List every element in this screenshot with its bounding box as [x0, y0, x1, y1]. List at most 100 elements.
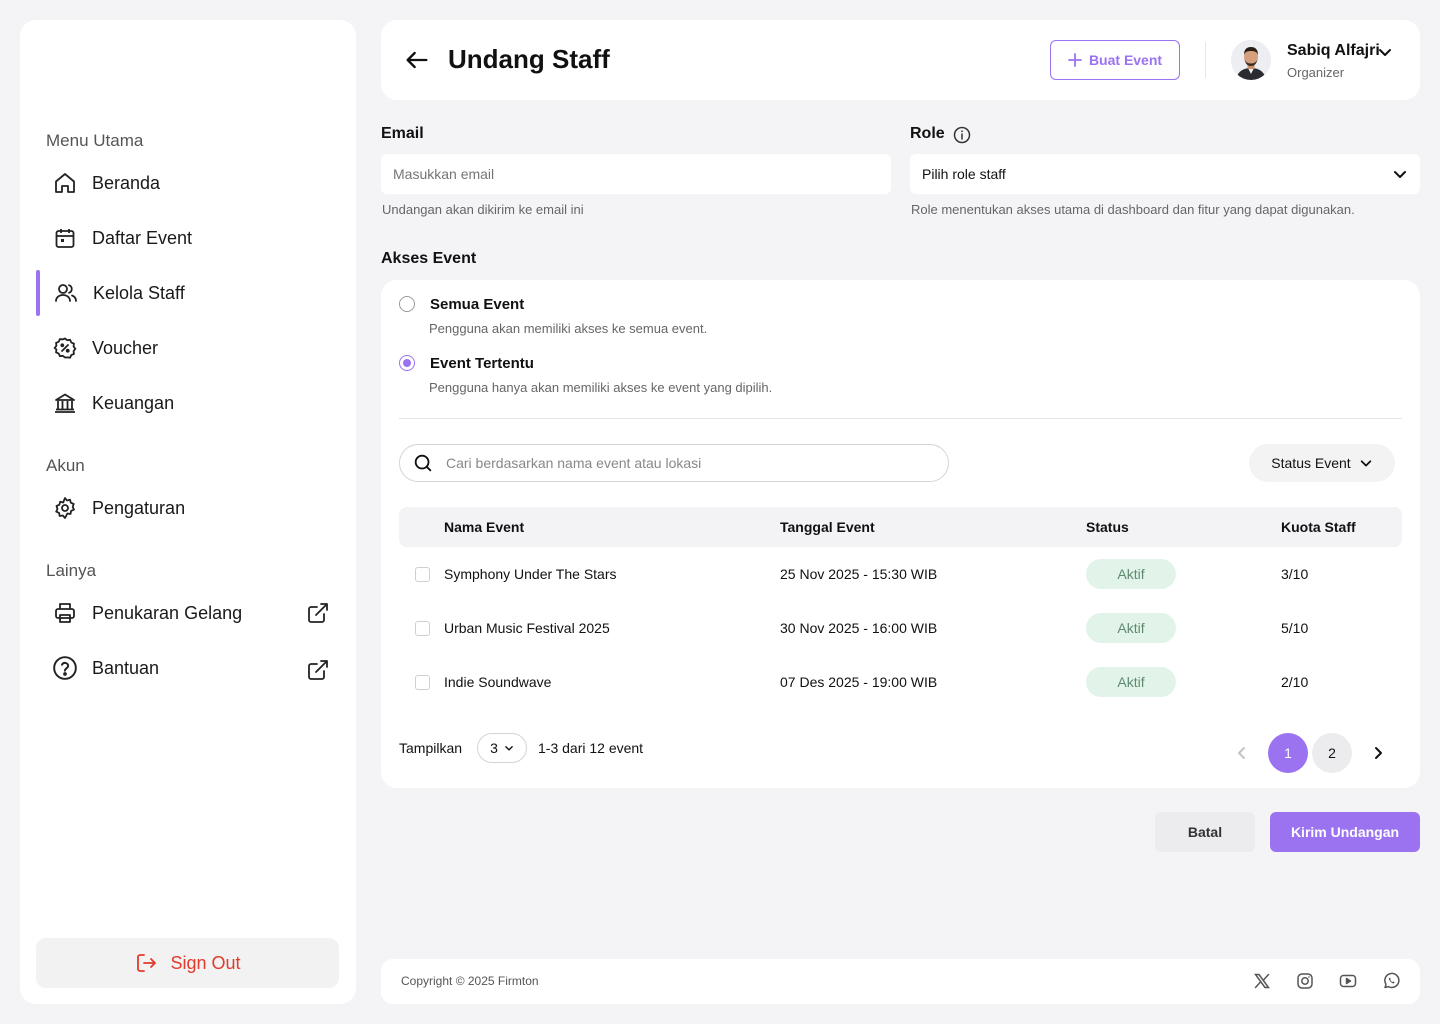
table-header: Nama Event Tanggal Event Status Kuota St… — [399, 507, 1402, 547]
page-title: Undang Staff — [448, 44, 610, 74]
cancel-button[interactable]: Batal — [1155, 812, 1255, 852]
sidebar-item-label: Kelola Staff — [93, 282, 185, 303]
external-link-icon — [306, 601, 330, 625]
help-icon — [52, 655, 78, 681]
avatar[interactable] — [1231, 40, 1271, 80]
copyright: Copyright © 2025 Firmton — [401, 974, 539, 988]
external-link-icon — [306, 658, 330, 682]
next-page-button[interactable] — [1358, 733, 1398, 773]
whatsapp-icon[interactable] — [1382, 972, 1400, 990]
logout-icon — [134, 951, 158, 975]
row-checkbox[interactable] — [415, 621, 430, 636]
event-search-input[interactable]: Cari berdasarkan nama event atau lokasi — [399, 444, 949, 482]
sign-out-button[interactable]: Sign Out — [36, 938, 339, 988]
show-label: Tampilkan — [399, 740, 463, 756]
staff-quota: 5/10 — [1281, 620, 1309, 636]
prev-page-button[interactable] — [1222, 733, 1262, 773]
chevron-down-icon[interactable] — [1377, 44, 1393, 60]
role-label: Role — [910, 125, 945, 142]
table-row: Urban Music Festival 2025 30 Nov 2025 - … — [399, 601, 1402, 655]
radio-event-tertentu[interactable] — [399, 355, 415, 371]
back-arrow-icon[interactable] — [403, 46, 431, 74]
voucher-icon — [52, 335, 78, 361]
search-icon — [412, 452, 434, 474]
sidebar-item-pengaturan[interactable]: Pengaturan — [36, 485, 340, 531]
sidebar-item-label: Pengaturan — [92, 497, 186, 518]
row-checkbox[interactable] — [415, 675, 430, 690]
sidebar-item-label: Daftar Event — [92, 227, 193, 248]
row-checkbox[interactable] — [415, 567, 430, 582]
column-header: Status — [1086, 519, 1129, 535]
chevron-down-icon — [1392, 166, 1408, 182]
radio-semua-event[interactable] — [399, 296, 415, 312]
instagram-icon[interactable] — [1296, 972, 1314, 990]
event-name: Symphony Under The Stars — [444, 566, 617, 582]
section-title-main: Menu Utama — [46, 131, 144, 150]
sidebar-item-label: Bantuan — [92, 657, 160, 678]
footer: Copyright © 2025 Firmton — [381, 959, 1420, 1004]
column-header: Tanggal Event — [780, 519, 875, 535]
event-name: Urban Music Festival 2025 — [444, 620, 610, 636]
create-event-button[interactable]: Buat Event — [1050, 40, 1180, 80]
bank-icon — [52, 390, 78, 416]
chevron-right-icon — [1370, 745, 1386, 761]
sidebar-item-label: Voucher — [92, 337, 159, 358]
sidebar-item-bantuan[interactable]: Bantuan — [36, 645, 340, 691]
sidebar-item-beranda[interactable]: Beranda — [36, 160, 340, 206]
status-filter-label: Status Event — [1271, 455, 1351, 471]
sidebar-item-voucher[interactable]: Voucher — [36, 325, 340, 371]
section-title-other: Lainya — [46, 561, 97, 580]
akses-event-card: Semua Event Pengguna akan memiliki akses… — [381, 280, 1420, 788]
page-button-1[interactable]: 1 — [1268, 733, 1308, 773]
user-role: Organizer — [1287, 65, 1345, 80]
role-select-value: Pilih role staff — [922, 166, 1006, 182]
divider — [399, 418, 1402, 419]
home-icon — [52, 170, 78, 196]
event-name: Indie Soundwave — [444, 674, 552, 690]
status-badge: Aktif — [1086, 559, 1176, 589]
info-icon[interactable] — [953, 126, 971, 144]
users-icon — [53, 280, 79, 306]
akses-event-title: Akses Event — [381, 250, 477, 267]
page-header: Undang Staff Buat Event Sabiq Alfajri Or… — [381, 20, 1420, 100]
sidebar-item-keuangan[interactable]: Keuangan — [36, 380, 340, 426]
gear-icon — [52, 495, 78, 521]
radio-label: Semua Event — [430, 296, 525, 313]
chevron-down-icon — [1359, 456, 1373, 470]
table-row: Indie Soundwave 07 Des 2025 - 19:00 WIB … — [399, 655, 1402, 709]
role-select[interactable]: Pilih role staff — [910, 154, 1420, 194]
pagination-summary: 1-3 dari 12 event — [538, 740, 644, 756]
event-date: 25 Nov 2025 - 15:30 WIB — [780, 566, 938, 582]
sidebar-item-label: Keuangan — [92, 392, 175, 413]
send-invitation-button[interactable]: Kirim Undangan — [1270, 812, 1420, 852]
section-title-account: Akun — [46, 456, 85, 475]
x-icon[interactable] — [1253, 972, 1271, 990]
email-field[interactable] — [381, 154, 891, 194]
per-page-select[interactable]: 3 — [477, 733, 527, 763]
status-badge: Aktif — [1086, 613, 1176, 643]
chevron-down-icon — [504, 743, 514, 753]
status-event-filter[interactable]: Status Event — [1249, 444, 1395, 482]
page-button-2[interactable]: 2 — [1312, 733, 1352, 773]
search-placeholder: Cari berdasarkan nama event atau lokasi — [446, 455, 702, 471]
plus-icon — [1068, 53, 1082, 67]
printer-icon — [52, 600, 78, 626]
email-help-text: Undangan akan dikirim ke email ini — [382, 202, 584, 217]
email-label: Email — [381, 125, 424, 142]
user-name: Sabiq Alfajri — [1287, 42, 1380, 59]
chevron-left-icon — [1234, 745, 1250, 761]
column-header: Kuota Staff — [1281, 519, 1356, 535]
event-date: 30 Nov 2025 - 16:00 WIB — [780, 620, 938, 636]
sidebar-item-penukaran-gelang[interactable]: Penukaran Gelang — [36, 590, 340, 636]
youtube-icon[interactable] — [1339, 972, 1357, 990]
sidebar-item-daftar-event[interactable]: Daftar Event — [36, 215, 340, 261]
per-page-value: 3 — [490, 740, 498, 756]
table-row: Symphony Under The Stars 25 Nov 2025 - 1… — [399, 547, 1402, 601]
header-divider — [1205, 42, 1206, 78]
calendar-icon — [52, 225, 78, 251]
sidebar-item-label: Penukaran Gelang — [92, 602, 243, 623]
radio-desc: Pengguna hanya akan memiliki akses ke ev… — [429, 380, 773, 395]
sidebar-item-kelola-staff[interactable]: Kelola Staff — [36, 270, 340, 316]
radio-desc: Pengguna akan memiliki akses ke semua ev… — [429, 321, 708, 336]
create-event-label: Buat Event — [1088, 52, 1163, 68]
